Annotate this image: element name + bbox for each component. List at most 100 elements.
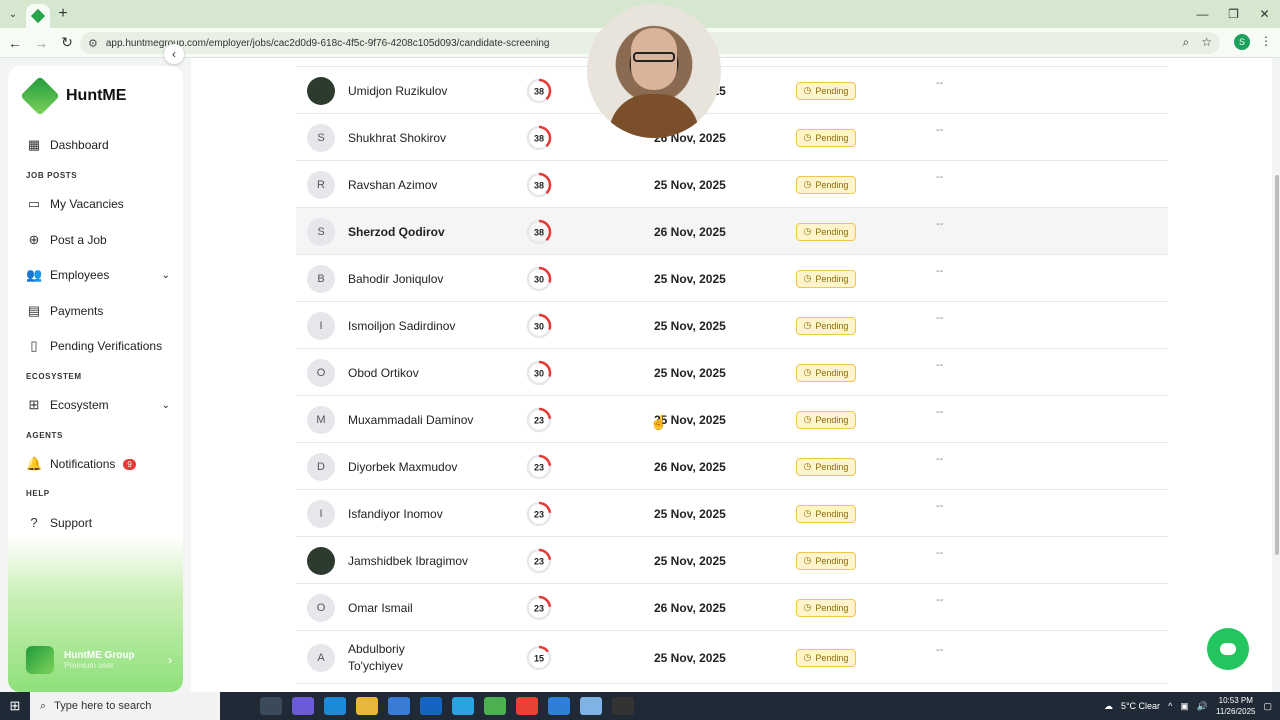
- zoom-icon[interactable]: ⌕: [1183, 35, 1190, 50]
- sidebar-item-ecosystem[interactable]: ⊞ Ecosystem ⌄: [26, 397, 170, 413]
- account-plan: Premium user: [64, 661, 114, 670]
- match-score-ring: 30: [526, 266, 552, 291]
- table-row[interactable]: O Omar Ismail 23 26 Nov, 2025 ◷ Pending --: [296, 584, 1168, 631]
- candidate-name[interactable]: Shukhrat Shokirov: [348, 130, 488, 147]
- taskbar-clock[interactable]: 10:53 PM 11/26/2025: [1216, 695, 1255, 717]
- match-score-value: 30: [534, 368, 544, 378]
- tray-chevron-icon[interactable]: ^: [1168, 701, 1172, 711]
- account-card[interactable]: HuntME Group Premium user ›: [26, 646, 172, 674]
- table-row[interactable]: I Isfandiyor Inomov 23 25 Nov, 2025 ◷ Pending…: [296, 490, 1168, 537]
- table-row[interactable]: SShukhrat Shokirov3826 Nov, 2025◷Pending…: [296, 114, 1168, 161]
- back-icon[interactable]: ←: [4, 35, 26, 51]
- table-row[interactable]: O Obod Ortikov 30 25 Nov, 2025 ◷ Pending --: [296, 349, 1168, 396]
- candidate-avatar: I: [307, 311, 335, 340]
- sidebar-item-support[interactable]: ? Support: [26, 515, 166, 530]
- weather-icon: ☁: [1103, 700, 1113, 711]
- site-info-icon[interactable]: ⚙: [88, 37, 98, 50]
- taskbar-search[interactable]: ⌕ Type here to search: [30, 692, 220, 720]
- new-tab-button[interactable]: +: [50, 5, 76, 23]
- match-score-value: 15: [534, 653, 544, 663]
- edge-icon[interactable]: [324, 697, 346, 715]
- windows-taskbar: ⊞ ⌕ Type here to search ☁ 5°C Clear ^ ▣ …: [0, 692, 1280, 720]
- task-view-icon[interactable]: [260, 697, 282, 715]
- windows-start-icon[interactable]: ⊞: [0, 698, 30, 714]
- browser-menu-icon[interactable]: ⋮: [1260, 34, 1272, 48]
- sidebar-item-payments[interactable]: ▤ Payments: [26, 303, 166, 319]
- sidebar-item-employees[interactable]: 👥 Employees ⌄: [26, 267, 170, 283]
- tab-search-icon[interactable]: ⌄: [0, 0, 26, 28]
- match-score-ring: 23: [526, 595, 552, 620]
- sidebar-item-dashboard[interactable]: ▦ Dashboard: [26, 137, 166, 153]
- table-row[interactable]: D Diyorbek Maxmudov 23 26 Nov, 2025 ◷ Pending…: [296, 443, 1168, 490]
- candidate-name[interactable]: Muxammadali Daminov: [348, 412, 488, 429]
- scrollbar-thumb[interactable]: [1275, 175, 1279, 555]
- candidate-name[interactable]: Ravshan Azimov: [348, 177, 488, 194]
- table-row[interactable]: Jamshidbek Ibragimov 23 25 Nov, 2025 ◷ Pendi…: [296, 537, 1168, 584]
- chevron-down-icon[interactable]: ⌄: [162, 270, 170, 281]
- candidate-name[interactable]: Omar Ismail: [348, 600, 488, 617]
- candidate-name[interactable]: Abdulboriy To'ychiyev: [348, 641, 438, 675]
- volume-icon[interactable]: 🔊: [1197, 701, 1208, 712]
- chrome-icon[interactable]: [516, 697, 538, 715]
- candidate-name[interactable]: Diyorbek Maxmudov: [348, 459, 488, 476]
- forward-icon[interactable]: →: [30, 35, 52, 51]
- sidebar-item-notifications[interactable]: 🔔 Notifications 9: [26, 456, 166, 472]
- candidate-name[interactable]: Bahodir Joniqulov: [348, 271, 488, 288]
- telegram-icon[interactable]: [452, 697, 474, 715]
- notification-center-icon[interactable]: ▢: [1263, 701, 1272, 712]
- store-icon[interactable]: [388, 697, 410, 715]
- candidate-name[interactable]: Sherzod Qodirov: [348, 224, 488, 241]
- candidate-name[interactable]: Ismoiljon Sadirdinov: [348, 318, 488, 335]
- candidate-name[interactable]: Jamshidbek Ibragimov: [348, 553, 488, 570]
- brand-logo[interactable]: HuntME: [20, 76, 126, 116]
- section-agents: AGENTS: [26, 431, 63, 440]
- candidate-name[interactable]: Umidjon Ruzikulov: [348, 83, 488, 100]
- status-badge: ◷ Pending: [796, 410, 856, 429]
- chrome-active-icon[interactable]: [484, 697, 506, 715]
- collapse-sidebar-button[interactable]: ‹: [164, 44, 184, 64]
- app-icon-2[interactable]: [580, 697, 602, 715]
- active-tab[interactable]: [26, 4, 50, 28]
- status-badge: ◷ Pending: [796, 598, 856, 617]
- clock-icon: ◷: [803, 461, 812, 471]
- table-row[interactable]: B Bahodir Joniqulov 30 25 Nov, 2025 ◷ Pending…: [296, 255, 1168, 302]
- section-help: HELP: [26, 489, 50, 498]
- obs-icon[interactable]: [612, 697, 634, 715]
- sidebar-item-my-vacancies[interactable]: ▭ My Vacancies: [26, 196, 166, 212]
- candidate-avatar: M: [307, 405, 335, 434]
- table-row[interactable]: A Abdulboriy To'ychiyev 15 25 Nov, 2025 ◷ Pen…: [296, 631, 1168, 684]
- status-label: Pending: [815, 555, 849, 566]
- table-row[interactable]: S Sherzod Qodirov 38 26 Nov, 2025 ◷ Pending --: [296, 208, 1168, 255]
- candidate-note: --: [936, 76, 944, 89]
- close-icon[interactable]: ✕: [1249, 0, 1280, 28]
- table-row[interactable]: I Ismoiljon Sadirdinov 30 25 Nov, 2025 ◷ Pend…: [296, 302, 1168, 349]
- file-explorer-icon[interactable]: [356, 697, 378, 715]
- bookmark-star-icon[interactable]: ☆: [1201, 35, 1212, 50]
- sidebar-item-pending-verifications[interactable]: ▯ Pending Verifications: [26, 338, 166, 354]
- chat-button[interactable]: [1207, 628, 1249, 670]
- page-scrollbar[interactable]: [1274, 58, 1280, 692]
- network-icon[interactable]: ▣: [1180, 701, 1189, 712]
- chevron-down-icon[interactable]: ⌄: [162, 400, 170, 411]
- table-row[interactable]: R Ravshan Azimov 38 25 Nov, 2025 ◷ Pending --: [296, 161, 1168, 208]
- webcam-person-body: [609, 94, 699, 138]
- webcam-glasses: [633, 52, 675, 62]
- plus-circle-icon: ⊕: [28, 232, 40, 247]
- restore-icon[interactable]: ❐: [1218, 0, 1249, 28]
- sidebar-item-post-a-job[interactable]: ⊕ Post a Job: [26, 232, 166, 248]
- profile-avatar[interactable]: S: [1234, 34, 1250, 50]
- candidate-avatar: I: [307, 499, 335, 528]
- outlook-icon[interactable]: [420, 697, 442, 715]
- applied-date: 25 Nov, 2025: [654, 177, 726, 192]
- weather-text[interactable]: 5°C Clear: [1121, 701, 1160, 711]
- table-row[interactable]: Umidjon Ruzikulov3825 Nov, 2025◷Pending-…: [296, 67, 1168, 114]
- table-row[interactable]: M Muxammadali Daminov 23 25 Nov, 2025 ◷ Pendi…: [296, 396, 1168, 443]
- copilot-icon[interactable]: [292, 697, 314, 715]
- status-label: Pending: [815, 602, 849, 613]
- minimize-icon[interactable]: —: [1187, 0, 1218, 28]
- reload-icon[interactable]: ↻: [56, 34, 78, 51]
- app-icon[interactable]: [548, 697, 570, 715]
- candidate-name[interactable]: Isfandiyor Inomov: [348, 506, 488, 523]
- candidate-name[interactable]: Obod Ortikov: [348, 365, 488, 382]
- clock-icon: ◷: [803, 508, 812, 518]
